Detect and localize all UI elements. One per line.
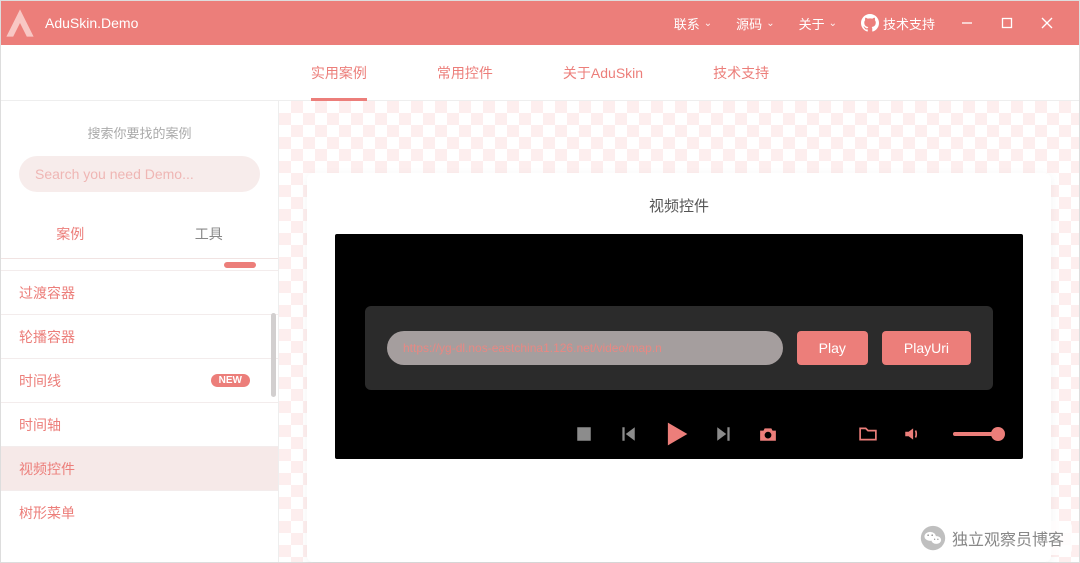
- wechat-icon: [920, 525, 946, 551]
- sidebar-tab-tools[interactable]: 工具: [140, 210, 279, 258]
- tab-about[interactable]: 关于AduSkin: [563, 45, 643, 101]
- nav-support[interactable]: 技术支持: [849, 14, 947, 33]
- search-input[interactable]: Search you need Demo...: [19, 156, 260, 192]
- url-bar: https://yg-dl.nos-eastchina1.126.net/vid…: [365, 306, 993, 390]
- top-tabs: 实用案例 常用控件 关于AduSkin 技术支持: [1, 45, 1079, 101]
- main-area: 视频控件 https://yg-dl.nos-eastchina1.126.ne…: [279, 101, 1079, 562]
- volume-slider[interactable]: [953, 432, 999, 436]
- chevron-down-icon: ⌄: [704, 18, 712, 29]
- scrollbar[interactable]: [271, 313, 276, 397]
- tab-examples[interactable]: 实用案例: [311, 45, 367, 101]
- minimize-button[interactable]: [947, 1, 987, 45]
- nav-source[interactable]: 源码⌄: [724, 14, 786, 33]
- play-button[interactable]: Play: [797, 331, 868, 365]
- tab-support[interactable]: 技术支持: [713, 45, 769, 101]
- prev-icon[interactable]: [619, 425, 637, 443]
- sidebar-item-video[interactable]: 视频控件: [1, 447, 278, 491]
- sidebar-item-timeaxis[interactable]: 时间轴: [1, 403, 278, 447]
- sidebar: 搜索你要找的案例 Search you need Demo... 案例 工具 过…: [1, 101, 279, 562]
- sidebar-item-tree[interactable]: 树形菜单: [1, 491, 278, 535]
- url-input[interactable]: https://yg-dl.nos-eastchina1.126.net/vid…: [387, 331, 783, 365]
- play-icon[interactable]: [663, 421, 689, 447]
- video-player: https://yg-dl.nos-eastchina1.126.net/vid…: [335, 234, 1023, 459]
- watermark: 独立观察员博客: [912, 521, 1072, 555]
- player-controls: [335, 417, 1023, 451]
- titlebar: AduSkin.Demo 联系⌄ 源码⌄ 关于⌄ 技术支持: [1, 1, 1079, 45]
- sidebar-item-timeline[interactable]: 时间线 NEW: [1, 359, 278, 403]
- search-title: 搜索你要找的案例: [1, 101, 278, 156]
- app-logo: [1, 1, 39, 45]
- sidebar-item-transition[interactable]: 过渡容器: [1, 271, 278, 315]
- tab-controls[interactable]: 常用控件: [437, 45, 493, 101]
- watermark-text: 独立观察员博客: [952, 526, 1064, 550]
- close-button[interactable]: [1027, 1, 1067, 45]
- sidebar-tabs: 案例 工具: [1, 210, 278, 259]
- sidebar-tab-cases[interactable]: 案例: [1, 210, 140, 258]
- chevron-down-icon: ⌄: [766, 18, 774, 29]
- maximize-button[interactable]: [987, 1, 1027, 45]
- slider-knob[interactable]: [991, 427, 1005, 441]
- volume-icon[interactable]: [903, 425, 921, 443]
- folder-icon[interactable]: [859, 425, 877, 443]
- playuri-button[interactable]: PlayUri: [882, 331, 971, 365]
- camera-icon[interactable]: [759, 425, 777, 443]
- next-icon[interactable]: [715, 425, 733, 443]
- stop-icon[interactable]: [575, 425, 593, 443]
- nav-about[interactable]: 关于⌄: [787, 14, 849, 33]
- list-item[interactable]: [1, 259, 278, 271]
- content-panel: 视频控件 https://yg-dl.nos-eastchina1.126.ne…: [307, 173, 1051, 562]
- nav-contact[interactable]: 联系⌄: [662, 14, 724, 33]
- new-badge: NEW: [211, 374, 250, 387]
- panel-title: 视频控件: [335, 195, 1023, 216]
- sidebar-list: 过渡容器 轮播容器 时间线 NEW 时间轴 视频控件 树形菜单: [1, 259, 278, 562]
- app-title: AduSkin.Demo: [45, 15, 138, 31]
- sidebar-item-carousel[interactable]: 轮播容器: [1, 315, 278, 359]
- chevron-down-icon: ⌄: [829, 18, 837, 29]
- github-icon: [861, 14, 879, 32]
